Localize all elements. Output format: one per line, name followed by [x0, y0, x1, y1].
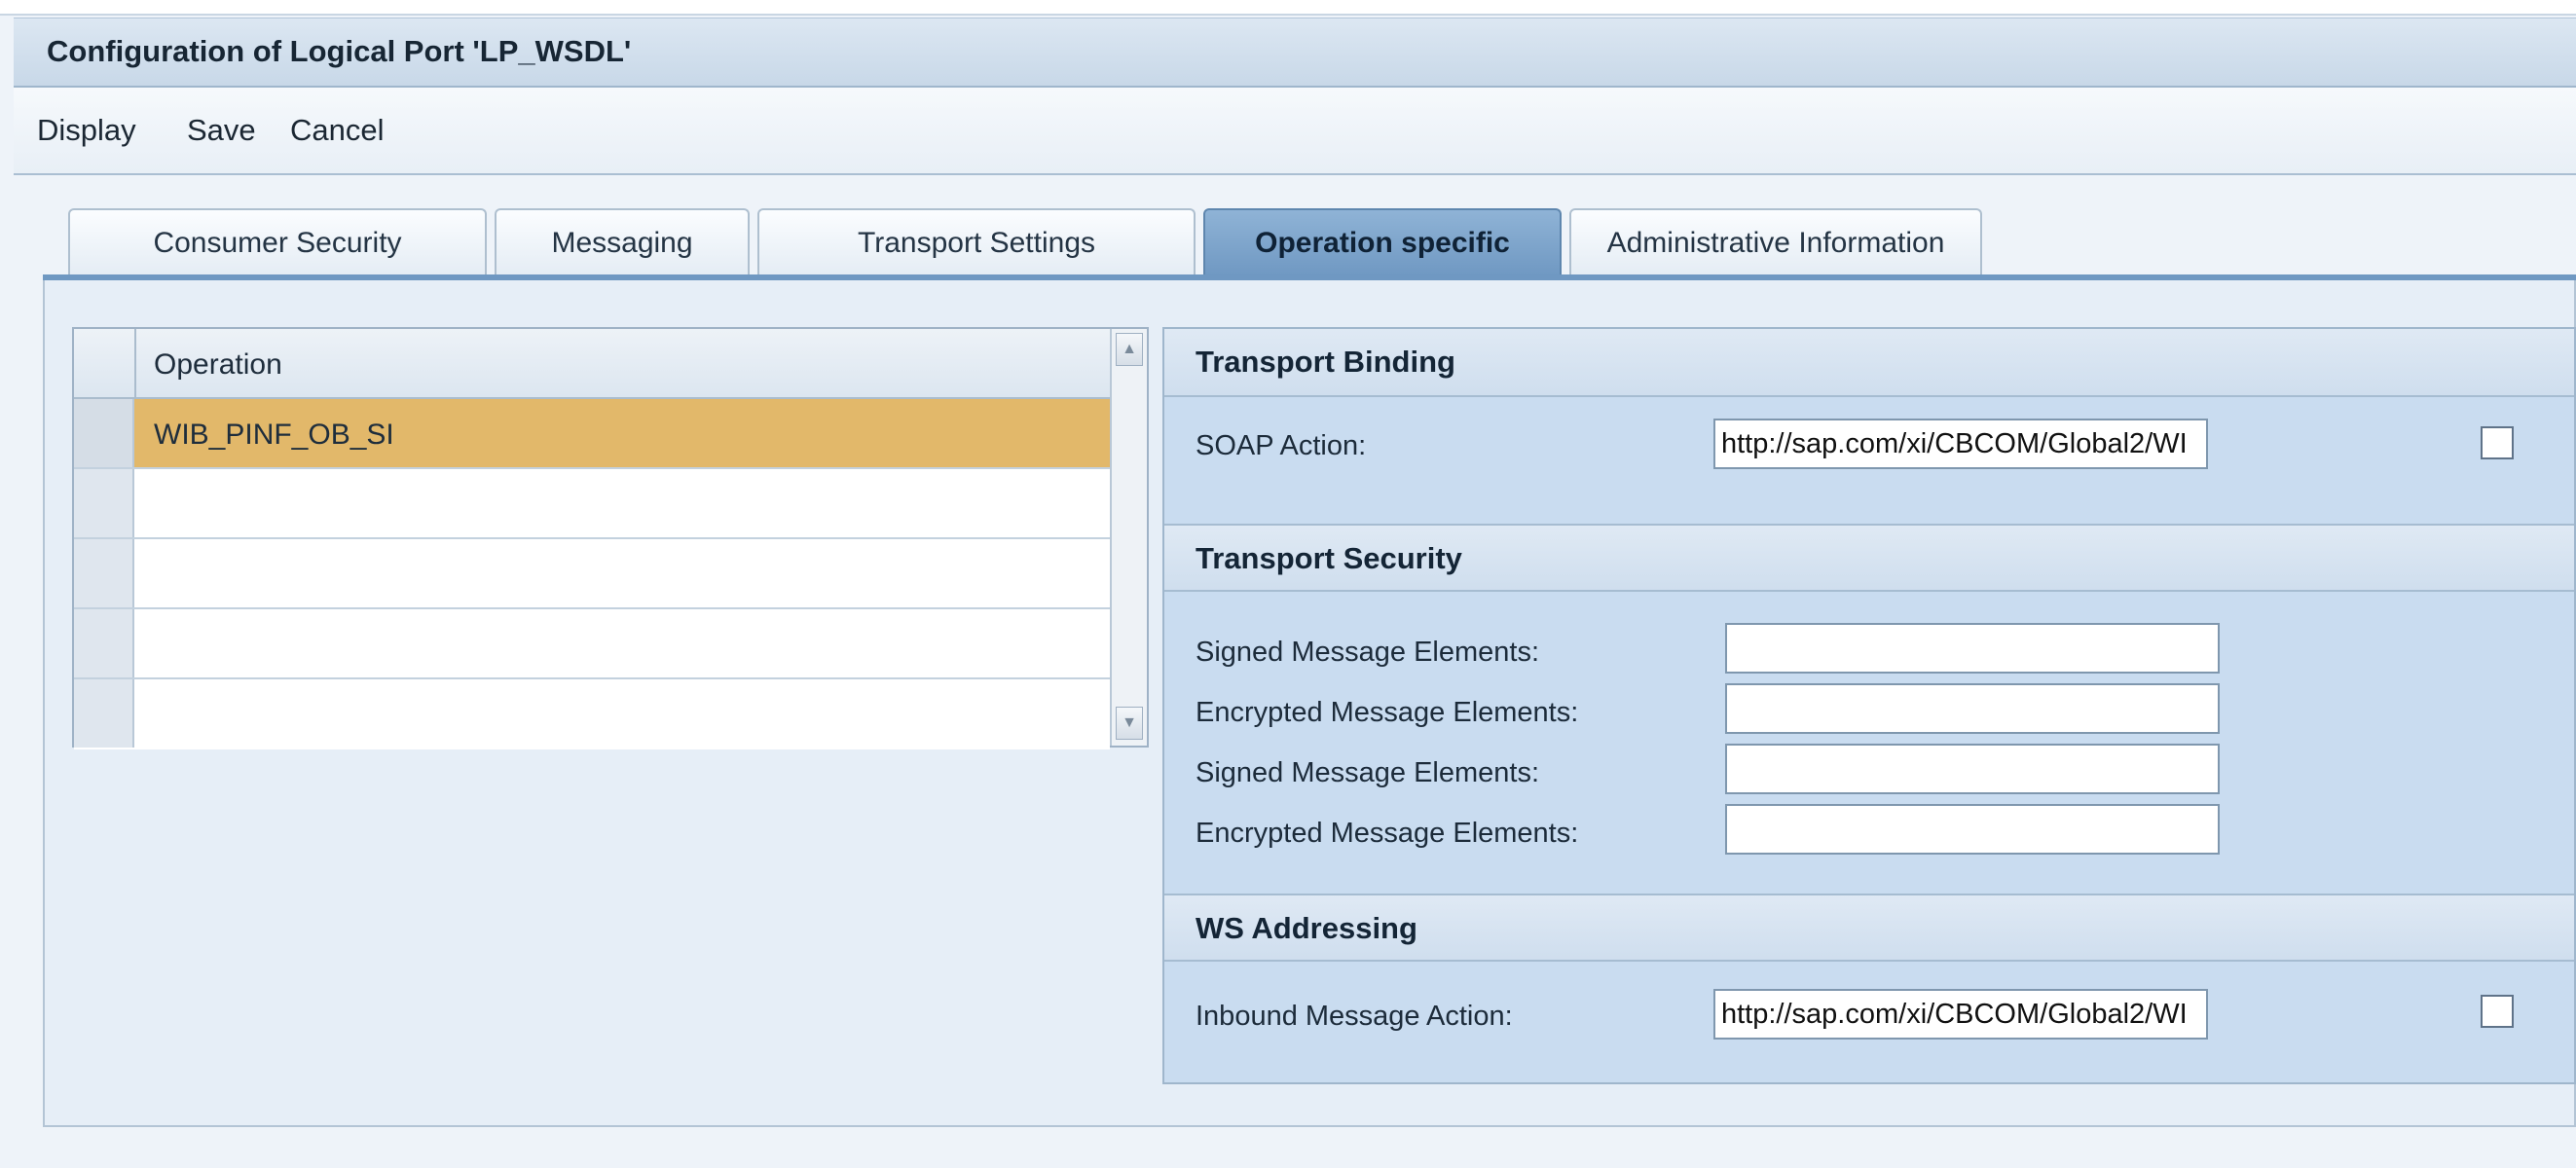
tab-administrative-information[interactable]: Administrative Information: [1569, 208, 1982, 276]
table-header: Operation: [74, 329, 1110, 399]
scroll-down-arrow-icon[interactable]: ▼: [1116, 707, 1143, 740]
table-row[interactable]: [74, 469, 1110, 539]
window-title-bar: Configuration of Logical Port 'LP_WSDL': [14, 18, 2576, 88]
tab-operation-specific[interactable]: Operation specific: [1203, 208, 1562, 276]
encrypted-message-elements-label: Encrypted Message Elements:: [1196, 697, 1579, 728]
table-row[interactable]: [74, 679, 1110, 749]
signed-message-elements-label: Signed Message Elements:: [1196, 757, 1540, 788]
window-title: Configuration of Logical Port 'LP_WSDL': [47, 34, 632, 68]
tab-label: Administrative Information: [1606, 227, 1945, 259]
tab-label: Transport Settings: [858, 227, 1095, 259]
table-row[interactable]: [74, 539, 1110, 609]
scroll-up-arrow-icon[interactable]: ▲: [1116, 333, 1143, 366]
signed-message-elements-field[interactable]: [1725, 623, 2220, 674]
tab-transport-settings[interactable]: Transport Settings: [757, 208, 1196, 276]
select-all-cell[interactable]: [74, 329, 136, 397]
tab-label: Consumer Security: [153, 227, 402, 259]
column-header-operation: Operation: [154, 348, 282, 381]
table-row[interactable]: [74, 609, 1110, 679]
operation-details-panel: Transport Binding SOAP Action: http://sa…: [1162, 327, 2576, 1084]
tab-messaging[interactable]: Messaging: [495, 208, 750, 276]
tab-label: Operation specific: [1255, 227, 1510, 259]
toolbar: Display Save Cancel: [14, 88, 2576, 175]
row-selector[interactable]: [74, 469, 134, 537]
table-row[interactable]: WIB_PINF_OB_SI: [74, 399, 1110, 469]
inbound-message-action-checkbox[interactable]: [2481, 995, 2514, 1028]
row-selector[interactable]: [74, 399, 134, 467]
encrypted-message-elements-field[interactable]: [1725, 804, 2220, 855]
section-header-ws-addressing: WS Addressing: [1164, 894, 2574, 962]
inbound-message-action-label: Inbound Message Action:: [1196, 1001, 1513, 1032]
signed-message-elements-label: Signed Message Elements:: [1196, 637, 1540, 668]
row-selector[interactable]: [74, 679, 134, 748]
signed-message-elements-field[interactable]: [1725, 744, 2220, 794]
section-title: Transport Binding: [1196, 345, 1455, 379]
operation-cell: WIB_PINF_OB_SI: [154, 419, 394, 451]
top-border: [0, 0, 2576, 16]
inbound-message-action-field[interactable]: http://sap.com/xi/CBCOM/Global2/WI: [1713, 989, 2208, 1040]
vertical-scrollbar[interactable]: ▲ ▼: [1110, 329, 1147, 746]
soap-action-field[interactable]: http://sap.com/xi/CBCOM/Global2/WI: [1713, 419, 2208, 469]
section-header-transport-security: Transport Security: [1164, 524, 2574, 592]
encrypted-message-elements-label: Encrypted Message Elements:: [1196, 818, 1579, 849]
operations-table: Operation WIB_PINF_OB_SI ▲ ▼: [72, 327, 1149, 749]
encrypted-message-elements-field[interactable]: [1725, 683, 2220, 734]
soap-action-checkbox[interactable]: [2481, 426, 2514, 459]
section-title: WS Addressing: [1196, 911, 1417, 945]
save-button[interactable]: Save: [187, 113, 256, 148]
section-title: Transport Security: [1196, 541, 1462, 575]
row-selector[interactable]: [74, 609, 134, 677]
display-button[interactable]: Display: [37, 113, 136, 148]
tab-label: Messaging: [551, 227, 693, 259]
row-selector[interactable]: [74, 539, 134, 607]
cancel-button[interactable]: Cancel: [290, 113, 385, 148]
section-header-transport-binding: Transport Binding: [1164, 329, 2574, 397]
soap-action-label: SOAP Action:: [1196, 430, 1367, 461]
tab-consumer-security[interactable]: Consumer Security: [68, 208, 487, 276]
